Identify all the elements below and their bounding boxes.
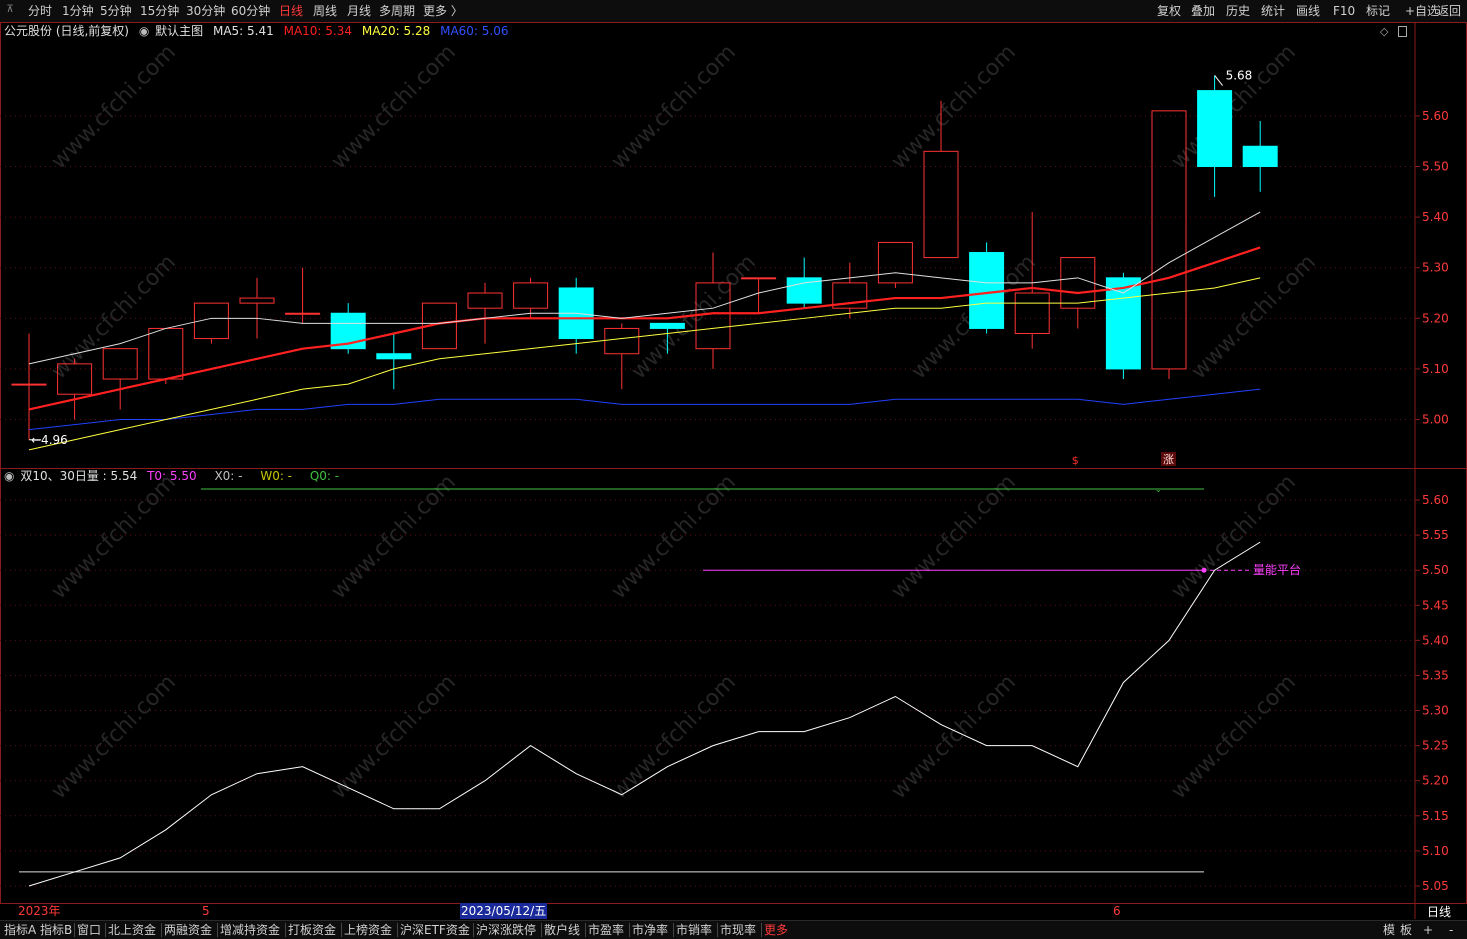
tab-separator (397, 923, 398, 937)
period-tab-10[interactable]: 更多 〉 (423, 3, 463, 19)
bottom-tab-6[interactable]: 打板资金 (288, 922, 336, 938)
bottom-tab-15[interactable]: 更多 (764, 922, 788, 938)
template-icon[interactable]: ◉ (139, 24, 149, 38)
bottom-tab-2[interactable]: 窗口 (77, 922, 101, 938)
tab-separator (629, 923, 630, 937)
toolbar-button-1[interactable]: 叠加 (1191, 3, 1215, 19)
bottom-tab-3[interactable]: 北上资金 (108, 922, 156, 938)
ma20-legend: MA20: 5.28 (361, 24, 431, 38)
bottom-tab-8[interactable]: 沪深ETF资金 (400, 922, 470, 938)
bottom-tab-5[interactable]: 增减持资金 (220, 922, 280, 938)
indicator-gear-icon[interactable]: ◉ (4, 469, 14, 483)
toolbar-grip-icon[interactable]: ⊼ (4, 4, 16, 16)
bottom-tab-12[interactable]: 市净率 (632, 922, 668, 938)
tab-separator (585, 923, 586, 937)
ma5-legend: MA5: 5.41 (212, 24, 274, 38)
tab-separator (161, 923, 162, 937)
main-chart-panel[interactable] (0, 22, 1467, 469)
date-may-label: 5 (202, 904, 210, 918)
bottom-tab-4[interactable]: 两融资金 (164, 922, 212, 938)
period-tab-8[interactable]: 月线 (347, 3, 371, 19)
bottom-tab-7[interactable]: 上榜资金 (344, 922, 392, 938)
bottom-right-button-3[interactable]: - (1449, 922, 1453, 938)
date-axis: 2023年 5 2023/05/12/五 6 (0, 903, 1415, 919)
bottom-tab-13[interactable]: 市销率 (676, 922, 712, 938)
w0-legend: W0: - (260, 469, 293, 483)
template-label[interactable]: 默认主图 (155, 24, 203, 38)
bottom-tab-11[interactable]: 市盈率 (588, 922, 624, 938)
period-tab-0[interactable]: 分时 (28, 3, 52, 19)
date-june-label: 6 (1113, 904, 1121, 918)
panel-toggle-icon[interactable]: ◇ (1380, 25, 1388, 38)
indicator-legend: ◉ 双10、30日量 : 5.54 T0: 5.50 X0: - W0: - Q… (4, 468, 345, 484)
tab-separator (217, 923, 218, 937)
period-tab-2[interactable]: 5分钟 (100, 3, 132, 19)
toolbar-button-6[interactable]: 标记 (1366, 3, 1390, 19)
period-tab-4[interactable]: 30分钟 (186, 3, 225, 19)
t0-legend: T0: 5.50 (147, 469, 197, 483)
indicator-panel[interactable] (0, 468, 1467, 904)
toolbar-button-0[interactable]: 复权 (1157, 3, 1181, 19)
toolbar-button-3[interactable]: 统计 (1261, 3, 1285, 19)
period-tab-5[interactable]: 60分钟 (231, 3, 270, 19)
bottom-right-button-2[interactable]: + (1423, 922, 1433, 938)
toolbar-button-8[interactable]: 返回 (1437, 3, 1461, 19)
bottom-indicator-tabs: 指标A 指标B 窗口 北上资金 两融资金 增减持资金 打板资金 上榜资金 沪深ETF资金 沪深涨跌… (0, 920, 1467, 939)
cursor-date-label: 2023/05/12/五 (460, 903, 548, 919)
toolbar-button-2[interactable]: 历史 (1226, 3, 1250, 19)
toolbar-button-7[interactable]: +自选 (1405, 3, 1439, 19)
tab-separator (673, 923, 674, 937)
period-tab-6[interactable]: 日线 (279, 3, 303, 19)
panel-scroll-icon[interactable] (1398, 26, 1407, 37)
toolbar-button-4[interactable]: 画线 (1296, 3, 1320, 19)
q0-legend: Q0: - (309, 469, 340, 483)
bottom-right-button-0[interactable]: 模 (1383, 922, 1395, 938)
ma60-legend: MA60: 5.06 (440, 24, 509, 38)
bottom-tab-1[interactable]: 指标B (40, 922, 72, 938)
period-tab-7[interactable]: 周线 (313, 3, 337, 19)
main-legend: 公元股份 (日线,前复权) ◉ 默认主图 MA5: 5.41 MA10: 5.3… (4, 23, 515, 39)
period-tab-1[interactable]: 1分钟 (62, 3, 94, 19)
toolbar-button-5[interactable]: F10 (1333, 3, 1355, 19)
bottom-tab-0[interactable]: 指标A (4, 922, 36, 938)
period-indicator[interactable]: 日线 (1427, 904, 1451, 920)
tab-separator (105, 923, 106, 937)
tab-separator (541, 923, 542, 937)
tab-separator (341, 923, 342, 937)
stock-title: 公元股份 (日线,前复权) (4, 24, 129, 38)
bottom-tab-9[interactable]: 沪深涨跌停 (476, 922, 536, 938)
tab-separator (717, 923, 718, 937)
tab-separator (473, 923, 474, 937)
period-tab-9[interactable]: 多周期 (379, 3, 415, 19)
bottom-tab-14[interactable]: 市现率 (720, 922, 756, 938)
tab-separator (761, 923, 762, 937)
indicator-title: 双10、30日量 : 5.54 (20, 469, 138, 483)
period-tab-3[interactable]: 15分钟 (140, 3, 179, 19)
bottom-right-button-1[interactable]: 板 (1400, 922, 1412, 938)
date-year-label: 2023年 (18, 904, 61, 918)
bottom-tab-10[interactable]: 散户线 (544, 922, 580, 938)
x0-legend: X0: - (214, 469, 243, 483)
tab-separator (74, 923, 75, 937)
top-toolbar: ⊼ 分时 1分钟 5分钟 15分钟 30分钟 60分钟 日线 周线 月线 多周期 更多 〉 复权 叠加… (0, 0, 1467, 23)
ma10-legend: MA10: 5.34 (283, 24, 353, 38)
tab-separator (285, 923, 286, 937)
